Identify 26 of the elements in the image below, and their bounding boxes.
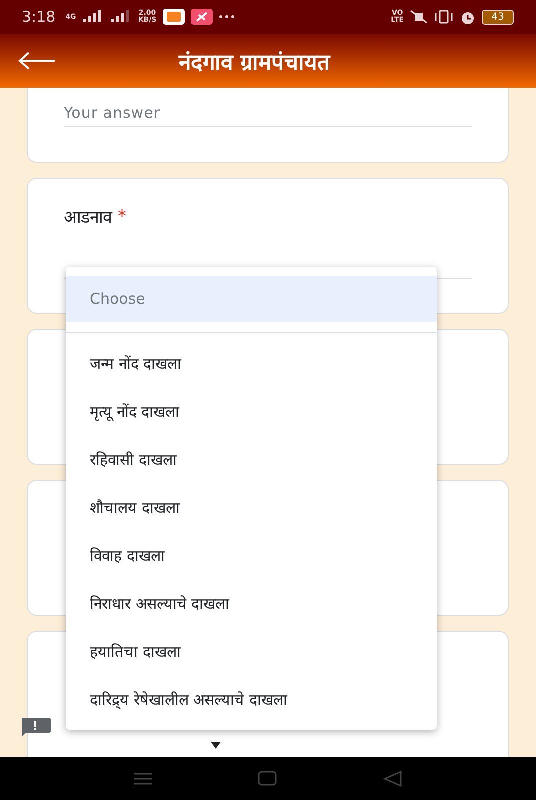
- menu-option[interactable]: निराधार असल्याचे दाखला: [66, 579, 437, 627]
- menu-option[interactable]: विवाह दाखला: [66, 531, 437, 579]
- feedback-icon[interactable]: [20, 718, 51, 738]
- battery-level: 43: [482, 10, 514, 24]
- clock-time: 3:18: [22, 8, 56, 26]
- dropdown-arrow-icon: [211, 742, 221, 749]
- back-arrow-icon[interactable]: [18, 51, 56, 71]
- vibrate-icon: [434, 10, 454, 24]
- menu-option[interactable]: Choose: [66, 276, 437, 322]
- app-title: नंदगाव ग्रामपंचायत: [179, 50, 331, 76]
- menu-option[interactable]: जन्म नोंद दाखला: [66, 339, 437, 387]
- menu-option[interactable]: शौचालय दाखला: [66, 483, 437, 531]
- more-icon: [218, 15, 235, 19]
- alarm-icon: [460, 10, 476, 24]
- menu-option[interactable]: हयातिचा दाखला: [66, 627, 437, 675]
- answer-field[interactable]: Your answer: [64, 100, 472, 127]
- menu-option[interactable]: रहिवासी दाखला: [66, 435, 437, 483]
- app-icon: [190, 9, 213, 25]
- back-icon[interactable]: [383, 770, 404, 786]
- chat-app-icon: [162, 9, 185, 25]
- required-mark: *: [118, 206, 126, 226]
- question-label: आडनाव: [64, 207, 112, 228]
- home-icon[interactable]: [258, 770, 278, 786]
- menu-option[interactable]: मृत्यू नोंद दाखला: [66, 387, 437, 435]
- menu-icon[interactable]: [132, 772, 153, 786]
- menu-option[interactable]: दारिद्र्य रेषेखालील असल्याचे दाखला: [66, 675, 437, 723]
